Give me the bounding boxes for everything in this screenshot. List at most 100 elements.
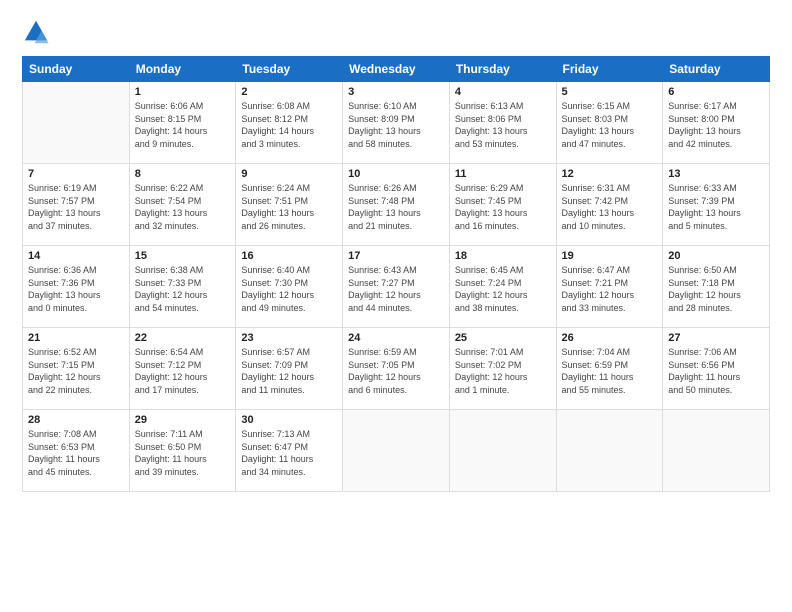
day-number: 12	[562, 168, 658, 180]
calendar-cell: 7 Sunrise: 6:19 AM Sunset: 7:57 PM Daylig…	[23, 164, 130, 246]
day-number: 9	[241, 168, 337, 180]
day-number: 27	[668, 332, 764, 344]
day-number: 11	[455, 168, 551, 180]
day-info: Sunrise: 6:17 AM Sunset: 8:00 PM Dayligh…	[668, 100, 764, 150]
day-info: Sunrise: 6:57 AM Sunset: 7:09 PM Dayligh…	[241, 346, 337, 396]
week-row-2: 7 Sunrise: 6:19 AM Sunset: 7:57 PM Daylig…	[23, 164, 770, 246]
day-number: 2	[241, 86, 337, 98]
day-info: Sunrise: 7:06 AM Sunset: 6:56 PM Dayligh…	[668, 346, 764, 396]
day-info: Sunrise: 6:31 AM Sunset: 7:42 PM Dayligh…	[562, 182, 658, 232]
calendar-cell	[343, 410, 450, 492]
day-info: Sunrise: 7:13 AM Sunset: 6:47 PM Dayligh…	[241, 428, 337, 478]
day-number: 3	[348, 86, 444, 98]
day-info: Sunrise: 6:52 AM Sunset: 7:15 PM Dayligh…	[28, 346, 124, 396]
day-number: 19	[562, 250, 658, 262]
calendar-cell	[449, 410, 556, 492]
day-info: Sunrise: 6:47 AM Sunset: 7:21 PM Dayligh…	[562, 264, 658, 314]
day-number: 22	[135, 332, 231, 344]
logo	[22, 18, 54, 46]
day-info: Sunrise: 6:40 AM Sunset: 7:30 PM Dayligh…	[241, 264, 337, 314]
day-info: Sunrise: 6:43 AM Sunset: 7:27 PM Dayligh…	[348, 264, 444, 314]
calendar-cell: 6 Sunrise: 6:17 AM Sunset: 8:00 PM Daylig…	[663, 82, 770, 164]
week-row-4: 21 Sunrise: 6:52 AM Sunset: 7:15 PM Dayli…	[23, 328, 770, 410]
calendar-cell: 17 Sunrise: 6:43 AM Sunset: 7:27 PM Dayli…	[343, 246, 450, 328]
day-number: 21	[28, 332, 124, 344]
day-info: Sunrise: 6:13 AM Sunset: 8:06 PM Dayligh…	[455, 100, 551, 150]
day-number: 29	[135, 414, 231, 426]
calendar-cell: 23 Sunrise: 6:57 AM Sunset: 7:09 PM Dayli…	[236, 328, 343, 410]
calendar-cell: 13 Sunrise: 6:33 AM Sunset: 7:39 PM Dayli…	[663, 164, 770, 246]
day-number: 5	[562, 86, 658, 98]
day-number: 24	[348, 332, 444, 344]
day-info: Sunrise: 6:24 AM Sunset: 7:51 PM Dayligh…	[241, 182, 337, 232]
calendar-cell: 8 Sunrise: 6:22 AM Sunset: 7:54 PM Daylig…	[129, 164, 236, 246]
calendar-cell: 20 Sunrise: 6:50 AM Sunset: 7:18 PM Dayli…	[663, 246, 770, 328]
day-number: 4	[455, 86, 551, 98]
day-number: 16	[241, 250, 337, 262]
calendar-cell: 5 Sunrise: 6:15 AM Sunset: 8:03 PM Daylig…	[556, 82, 663, 164]
day-number: 1	[135, 86, 231, 98]
calendar-cell: 10 Sunrise: 6:26 AM Sunset: 7:48 PM Dayli…	[343, 164, 450, 246]
weekday-header-wednesday: Wednesday	[343, 57, 450, 82]
calendar-cell: 15 Sunrise: 6:38 AM Sunset: 7:33 PM Dayli…	[129, 246, 236, 328]
weekday-header-tuesday: Tuesday	[236, 57, 343, 82]
calendar-cell: 25Sunrise: 7:01 AM Sunset: 7:02 PM Dayli…	[449, 328, 556, 410]
day-info: Sunrise: 6:08 AM Sunset: 8:12 PM Dayligh…	[241, 100, 337, 150]
day-info: Sunrise: 6:22 AM Sunset: 7:54 PM Dayligh…	[135, 182, 231, 232]
day-number: 10	[348, 168, 444, 180]
calendar-cell: 27 Sunrise: 7:06 AM Sunset: 6:56 PM Dayli…	[663, 328, 770, 410]
weekday-header-row: SundayMondayTuesdayWednesdayThursdayFrid…	[23, 57, 770, 82]
calendar-cell: 9 Sunrise: 6:24 AM Sunset: 7:51 PM Daylig…	[236, 164, 343, 246]
day-info: Sunrise: 6:10 AM Sunset: 8:09 PM Dayligh…	[348, 100, 444, 150]
calendar-cell: 26Sunrise: 7:04 AM Sunset: 6:59 PM Dayli…	[556, 328, 663, 410]
day-number: 14	[28, 250, 124, 262]
day-info: Sunrise: 6:50 AM Sunset: 7:18 PM Dayligh…	[668, 264, 764, 314]
day-info: Sunrise: 6:33 AM Sunset: 7:39 PM Dayligh…	[668, 182, 764, 232]
calendar-cell: 24 Sunrise: 6:59 AM Sunset: 7:05 PM Dayli…	[343, 328, 450, 410]
day-number: 15	[135, 250, 231, 262]
calendar-cell: 3 Sunrise: 6:10 AM Sunset: 8:09 PM Daylig…	[343, 82, 450, 164]
day-number: 30	[241, 414, 337, 426]
day-info: Sunrise: 6:59 AM Sunset: 7:05 PM Dayligh…	[348, 346, 444, 396]
weekday-header-sunday: Sunday	[23, 57, 130, 82]
calendar-cell: 11 Sunrise: 6:29 AM Sunset: 7:45 PM Dayli…	[449, 164, 556, 246]
calendar-cell: 21 Sunrise: 6:52 AM Sunset: 7:15 PM Dayli…	[23, 328, 130, 410]
calendar-cell: 1 Sunrise: 6:06 AM Sunset: 8:15 PM Daylig…	[129, 82, 236, 164]
calendar-cell: 16 Sunrise: 6:40 AM Sunset: 7:30 PM Dayli…	[236, 246, 343, 328]
logo-icon	[22, 18, 50, 46]
calendar-cell: 22Sunrise: 6:54 AM Sunset: 7:12 PM Dayli…	[129, 328, 236, 410]
day-number: 8	[135, 168, 231, 180]
day-number: 17	[348, 250, 444, 262]
calendar-cell: 30 Sunrise: 7:13 AM Sunset: 6:47 PM Dayli…	[236, 410, 343, 492]
day-info: Sunrise: 6:19 AM Sunset: 7:57 PM Dayligh…	[28, 182, 124, 232]
day-info: Sunrise: 6:26 AM Sunset: 7:48 PM Dayligh…	[348, 182, 444, 232]
day-info: Sunrise: 7:11 AM Sunset: 6:50 PM Dayligh…	[135, 428, 231, 478]
week-row-5: 28Sunrise: 7:08 AM Sunset: 6:53 PM Dayli…	[23, 410, 770, 492]
day-number: 13	[668, 168, 764, 180]
day-number: 18	[455, 250, 551, 262]
day-info: Sunrise: 6:06 AM Sunset: 8:15 PM Dayligh…	[135, 100, 231, 150]
day-number: 20	[668, 250, 764, 262]
day-info: Sunrise: 7:01 AM Sunset: 7:02 PM Dayligh…	[455, 346, 551, 396]
day-info: Sunrise: 7:04 AM Sunset: 6:59 PM Dayligh…	[562, 346, 658, 396]
day-info: Sunrise: 7:08 AM Sunset: 6:53 PM Dayligh…	[28, 428, 124, 478]
calendar-cell: 18Sunrise: 6:45 AM Sunset: 7:24 PM Dayli…	[449, 246, 556, 328]
calendar-cell: 4 Sunrise: 6:13 AM Sunset: 8:06 PM Daylig…	[449, 82, 556, 164]
calendar: SundayMondayTuesdayWednesdayThursdayFrid…	[22, 56, 770, 492]
day-info: Sunrise: 6:38 AM Sunset: 7:33 PM Dayligh…	[135, 264, 231, 314]
day-number: 23	[241, 332, 337, 344]
calendar-cell	[663, 410, 770, 492]
day-number: 7	[28, 168, 124, 180]
calendar-cell	[23, 82, 130, 164]
weekday-header-monday: Monday	[129, 57, 236, 82]
weekday-header-saturday: Saturday	[663, 57, 770, 82]
day-info: Sunrise: 6:15 AM Sunset: 8:03 PM Dayligh…	[562, 100, 658, 150]
calendar-cell	[556, 410, 663, 492]
header	[22, 18, 770, 46]
calendar-cell: 12 Sunrise: 6:31 AM Sunset: 7:42 PM Dayli…	[556, 164, 663, 246]
day-number: 6	[668, 86, 764, 98]
calendar-cell: 29 Sunrise: 7:11 AM Sunset: 6:50 PM Dayli…	[129, 410, 236, 492]
day-info: Sunrise: 6:29 AM Sunset: 7:45 PM Dayligh…	[455, 182, 551, 232]
day-info: Sunrise: 6:36 AM Sunset: 7:36 PM Dayligh…	[28, 264, 124, 314]
weekday-header-friday: Friday	[556, 57, 663, 82]
